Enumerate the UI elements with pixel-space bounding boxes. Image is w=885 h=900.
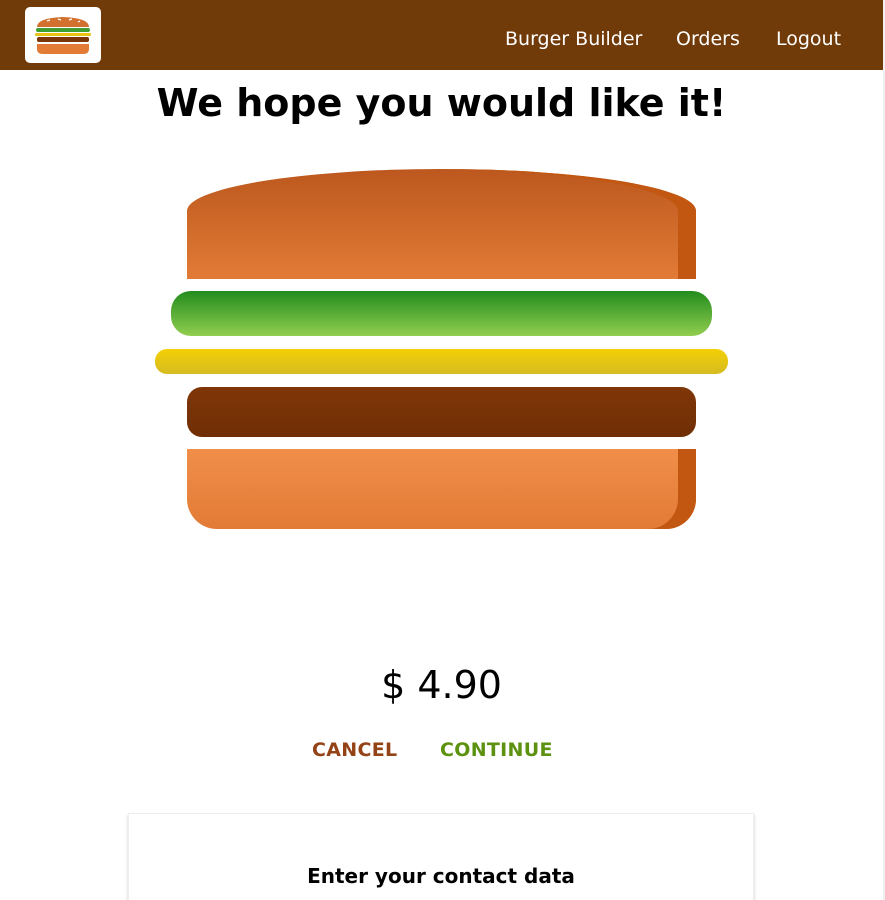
- cheese-layer: [155, 349, 728, 374]
- order-price: $ 4.90: [381, 663, 502, 707]
- salad-layer: [171, 291, 712, 336]
- burger-preview: [0, 0, 883, 600]
- cancel-button[interactable]: CANCEL: [312, 737, 397, 763]
- continue-button[interactable]: CONTINUE: [440, 737, 553, 763]
- meat-layer: [187, 387, 696, 437]
- contact-data-title: Enter your contact data: [307, 864, 575, 888]
- contact-data-card: Enter your contact data: [128, 813, 754, 900]
- bread-top-layer: [187, 169, 696, 279]
- bread-bottom-layer: [187, 449, 696, 529]
